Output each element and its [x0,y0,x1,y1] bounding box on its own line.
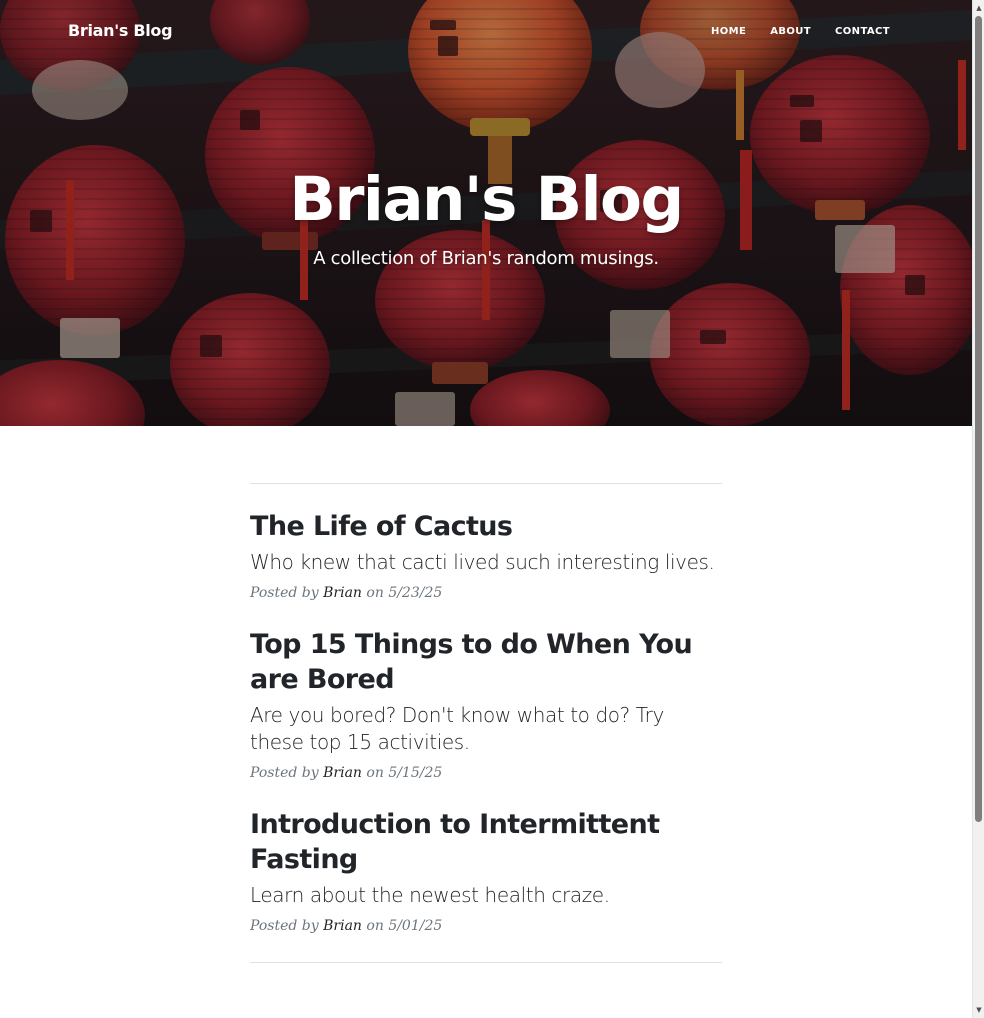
nav-contact-link[interactable]: CONTACT [835,26,890,37]
author-link[interactable]: Brian [323,918,362,934]
posted-by-label: Posted by [250,765,319,781]
site-title: Brian's Blog [289,164,684,235]
post-meta: Posted by Brian on 5/15/25 [250,763,722,783]
nav-links: HOME ABOUT CONTACT [711,26,890,37]
site-heading: Brian's Blog A collection of Brian's ran… [0,160,972,269]
nav-about-link[interactable]: ABOUT [770,26,811,37]
vertical-scrollbar[interactable]: ▲ ▼ [972,0,984,1018]
post-preview: Top 15 Things to do When You are Bored A… [250,627,722,783]
divider [250,962,722,963]
scroll-down-icon[interactable]: ▼ [973,1003,984,1017]
site-subtitle: A collection of Brian's random musings. [313,248,659,269]
posted-by-label: Posted by [250,918,319,934]
post-date: 5/23/25 [388,585,443,601]
on-label: on [366,585,384,601]
masthead: Brian's Blog HOME ABOUT CONTACT Brian's … [0,0,972,426]
navbar: Brian's Blog HOME ABOUT CONTACT [0,0,972,64]
post-title[interactable]: Introduction to Intermittent Fasting [250,807,722,877]
post-date: 5/01/25 [388,918,443,934]
brand-link[interactable]: Brian's Blog [68,21,173,40]
scroll-up-icon[interactable]: ▲ [973,1,984,15]
post-meta: Posted by Brian on 5/23/25 [250,583,722,603]
post-title[interactable]: The Life of Cactus [250,509,722,544]
divider [250,483,722,484]
posted-by-label: Posted by [250,585,319,601]
post-meta: Posted by Brian on 5/01/25 [250,916,722,936]
post-subtitle[interactable]: Are you bored? Don't know what to do? Tr… [250,702,722,756]
page: Brian's Blog HOME ABOUT CONTACT Brian's … [0,0,972,1018]
scroll-thumb[interactable] [975,16,982,822]
author-link[interactable]: Brian [323,585,362,601]
nav-home-link[interactable]: HOME [711,26,746,37]
post-title[interactable]: Top 15 Things to do When You are Bored [250,627,722,697]
post-subtitle[interactable]: Who knew that cacti lived such interesti… [250,549,722,576]
post-date: 5/15/25 [388,765,443,781]
author-link[interactable]: Brian [323,765,362,781]
post-list: The Life of Cactus Who knew that cacti l… [250,483,722,963]
post-preview: The Life of Cactus Who knew that cacti l… [250,509,722,603]
on-label: on [366,765,384,781]
post-preview: Introduction to Intermittent Fasting Lea… [250,807,722,936]
on-label: on [366,918,384,934]
post-subtitle[interactable]: Learn about the newest health craze. [250,882,722,909]
